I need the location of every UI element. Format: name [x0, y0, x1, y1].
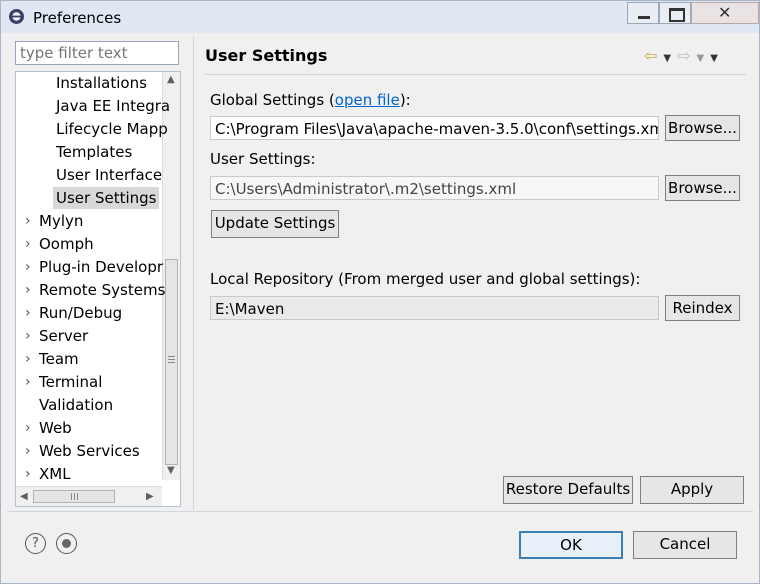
expand-chevron-icon[interactable]: › [25, 463, 31, 485]
ok-button[interactable]: OK [519, 531, 623, 559]
expand-chevron-icon[interactable]: › [25, 233, 31, 255]
browse-user-button[interactable]: Browse... [665, 175, 740, 201]
global-settings-text: Global Settings ( [210, 91, 335, 109]
tree-item-label: Server [39, 327, 89, 345]
help-icon[interactable]: ? [25, 533, 46, 554]
global-settings-field[interactable]: C:\Program Files\Java\apache-maven-3.5.0… [210, 116, 659, 140]
tree-item-terminal[interactable]: › Terminal [25, 371, 103, 393]
expand-chevron-icon[interactable]: › [25, 256, 31, 278]
tree-item-label: Oomph [39, 235, 94, 253]
tree-item-lifecycle-mapp[interactable]: Lifecycle Mapp [56, 118, 168, 140]
apply-button[interactable]: Apply [640, 476, 744, 504]
expand-chevron-icon[interactable]: › [25, 210, 31, 232]
tree-item-label: Terminal [39, 373, 103, 391]
scroll-left-icon[interactable]: ◀ [20, 491, 28, 502]
tree-item-validation[interactable]: Validation [39, 394, 113, 416]
expand-chevron-icon[interactable]: › [25, 440, 31, 462]
close-icon: ✕ [718, 3, 732, 22]
tree-item-installations[interactable]: Installations [56, 72, 147, 94]
update-settings-button[interactable]: Update Settings [211, 210, 339, 238]
tree-item-user-settings[interactable]: User Settings [53, 187, 160, 209]
title-divider [204, 74, 746, 75]
expand-chevron-icon[interactable]: › [25, 279, 31, 301]
tree-item-label: Lifecycle Mapp [56, 120, 168, 138]
tree-item-mylyn[interactable]: › Mylyn [25, 210, 84, 232]
tree-item-run-debug[interactable]: › Run/Debug [25, 302, 123, 324]
tree-item-label: Run/Debug [39, 304, 123, 322]
tree-item-label: Mylyn [39, 212, 84, 230]
tree-item-label: XML [39, 465, 71, 483]
tree-item-label: Validation [39, 396, 114, 414]
tree-item-label: User Interface [56, 166, 163, 184]
tree-item-label: Java EE Integra [56, 97, 171, 115]
page-title: User Settings [205, 46, 328, 65]
filter-input[interactable] [15, 41, 179, 65]
preference-tree: ▲ ▼ ◀ ▶ Installations Java EE Integra Li… [15, 71, 181, 507]
tree-item-team[interactable]: › Team [25, 348, 79, 370]
tree-item-xml[interactable]: › XML [25, 463, 71, 485]
footer-divider [7, 511, 753, 512]
tree-item-label: User Settings [56, 189, 157, 207]
scroll-up-icon[interactable]: ▲ [167, 74, 175, 85]
tree-item-plug-in-developr[interactable]: › Plug-in Developr [25, 256, 164, 278]
minimize-icon [638, 16, 650, 19]
tree-item-label: Templates [56, 143, 133, 161]
dialog-body: ▲ ▼ ◀ ▶ Install [7, 36, 754, 510]
restore-defaults-button[interactable]: Restore Defaults [503, 476, 633, 504]
global-settings-label: Global Settings (open file): [210, 91, 411, 109]
sidebar: ▲ ▼ ◀ ▶ Install [7, 36, 187, 510]
back-menu-icon[interactable]: ▼ [663, 53, 677, 64]
expand-chevron-icon[interactable]: › [25, 371, 31, 393]
tree-item-remote-systems[interactable]: › Remote Systems [25, 279, 166, 301]
tree-item-user-interface[interactable]: User Interface [56, 164, 162, 186]
maximize-icon [669, 8, 685, 22]
tree-item-label: Installations [56, 74, 147, 92]
forward-icon[interactable]: ⇨ [677, 46, 696, 65]
cancel-button[interactable]: Cancel [633, 531, 737, 559]
record-dot [62, 539, 71, 548]
preferences-window: Preferences ✕ ▲ ▼ ◀ [0, 0, 760, 584]
tree-item-web-services[interactable]: › Web Services [25, 440, 140, 462]
eclipse-icon [9, 9, 24, 24]
vertical-scroll-thumb[interactable] [165, 259, 178, 465]
user-settings-field[interactable]: C:\Users\Administrator\.m2\settings.xml [210, 176, 659, 200]
horizontal-scroll-thumb[interactable] [33, 490, 115, 503]
browse-global-button[interactable]: Browse... [665, 115, 740, 141]
reindex-button[interactable]: Reindex [665, 295, 740, 321]
close-button[interactable]: ✕ [691, 2, 759, 24]
user-settings-label: User Settings: [210, 150, 316, 168]
tree-item-label: Web [39, 419, 72, 437]
tree-item-java-ee-integra[interactable]: Java EE Integra [56, 95, 170, 117]
minimize-button[interactable] [627, 2, 659, 24]
open-file-link[interactable]: open file [335, 91, 400, 109]
tree-item-templates[interactable]: Templates [56, 141, 132, 163]
back-icon[interactable]: ⇦ [644, 46, 663, 65]
expand-chevron-icon[interactable]: › [25, 302, 31, 324]
tree-item-label: Web Services [39, 442, 140, 460]
expand-chevron-icon[interactable]: › [25, 325, 31, 347]
tree-item-label: Remote Systems [39, 281, 166, 299]
record-icon[interactable] [56, 533, 77, 554]
global-settings-suffix: ): [399, 91, 411, 109]
settings-panel: User Settings ⇦▼⇨▼▼ Global Settings (ope… [193, 36, 754, 510]
horizontal-scrollbar[interactable]: ◀ ▶ [16, 486, 162, 506]
expand-chevron-icon[interactable]: › [25, 348, 31, 370]
local-repository-field: E:\Maven [210, 296, 659, 320]
window-title: Preferences [33, 9, 122, 27]
title-bar: Preferences ✕ [1, 1, 759, 33]
forward-menu-icon[interactable]: ▼ [697, 53, 711, 64]
view-menu-icon[interactable]: ▼ [710, 53, 724, 64]
tree-item-label: Team [39, 350, 79, 368]
scroll-right-icon[interactable]: ▶ [146, 491, 154, 502]
nav-arrows: ⇦▼⇨▼▼ [644, 46, 724, 65]
tree-item-web[interactable]: › Web [25, 417, 72, 439]
tree-item-server[interactable]: › Server [25, 325, 89, 347]
maximize-button[interactable] [659, 2, 691, 24]
scroll-down-icon[interactable]: ▼ [167, 465, 175, 476]
tree-item-label: Plug-in Developr [39, 258, 164, 276]
expand-chevron-icon[interactable]: › [25, 417, 31, 439]
tree-item-oomph[interactable]: › Oomph [25, 233, 94, 255]
local-repository-label: Local Repository (From merged user and g… [210, 270, 641, 288]
